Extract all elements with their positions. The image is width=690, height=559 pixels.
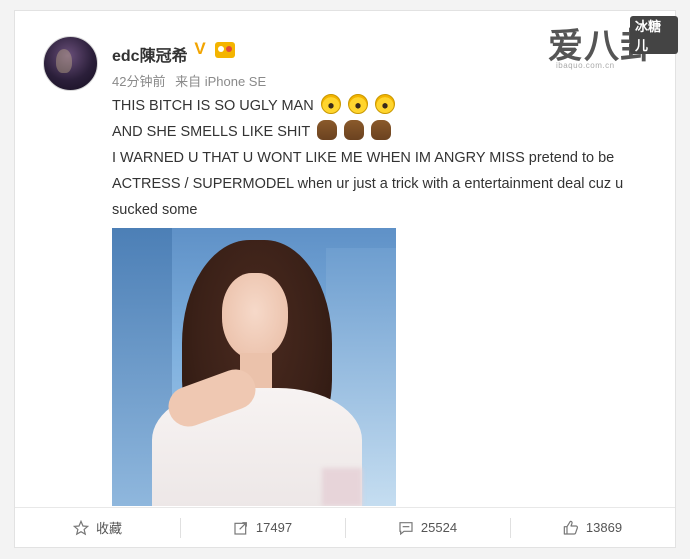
username-link[interactable]: edc陳冠希 xyxy=(112,42,188,66)
thumbs-up-icon xyxy=(563,520,578,535)
post-meta: 42分钟前 来自 iPhone SE xyxy=(112,71,266,90)
poo-emoji-icon xyxy=(344,120,365,140)
image-face xyxy=(222,273,288,359)
comment-count: 25524 xyxy=(420,520,458,535)
favorite-button[interactable]: 收藏 xyxy=(15,508,180,547)
action-bar: 收藏 17497 25524 13869 xyxy=(15,507,675,547)
star-icon xyxy=(72,519,89,535)
post-line-1-text: THIS BITCH IS SO UGLY MAN xyxy=(112,98,314,114)
watermark-tag: 冰糖儿 xyxy=(630,16,678,54)
post-line-5: sucked some xyxy=(112,202,198,218)
comment-icon xyxy=(399,521,413,535)
repost-count: 17497 xyxy=(255,520,293,535)
poo-emoji-icon xyxy=(317,120,337,140)
repost-icon xyxy=(234,521,247,535)
scream-emoji-icon xyxy=(374,94,395,114)
member-level-icon[interactable] xyxy=(215,42,235,58)
post-source: 来自 iPhone SE xyxy=(175,74,267,89)
favorite-label: 收藏 xyxy=(95,521,122,536)
post-image[interactable] xyxy=(112,228,396,506)
scream-emoji-icon xyxy=(347,94,368,114)
repost-button[interactable]: 17497 xyxy=(180,508,345,547)
poo-emoji-icon xyxy=(371,120,392,140)
like-count: 13869 xyxy=(585,520,623,535)
watermark-logo: 爱八卦 冰糖儿 ibaquo.com.cn xyxy=(548,16,678,70)
scream-emoji-icon xyxy=(320,94,341,114)
image-blur-patch xyxy=(322,468,362,506)
verified-v-icon: V xyxy=(194,39,206,58)
post-line-1: THIS BITCH IS SO UGLY MAN xyxy=(112,93,677,119)
post-text: THIS BITCH IS SO UGLY MAN AND SHE SMELLS… xyxy=(112,93,677,223)
post-line-4: ACTRESS / SUPERMODEL when ur just a tric… xyxy=(112,176,624,192)
avatar[interactable] xyxy=(43,36,98,91)
post-time[interactable]: 42分钟前 xyxy=(112,74,165,89)
post-line-2-text: AND SHE SMELLS LIKE SHIT xyxy=(112,124,310,140)
watermark-url: ibaquo.com.cn xyxy=(556,61,615,70)
post-line-3: I WARNED U THAT U WONT LIKE ME WHEN IM A… xyxy=(112,150,615,166)
post-line-2: AND SHE SMELLS LIKE SHIT xyxy=(112,119,677,145)
like-button[interactable]: 13869 xyxy=(510,508,675,547)
weibo-post-card: edc陳冠希 V 42分钟前 来自 iPhone SE THIS BITCH I… xyxy=(14,10,676,548)
comment-button[interactable]: 25524 xyxy=(345,508,510,547)
